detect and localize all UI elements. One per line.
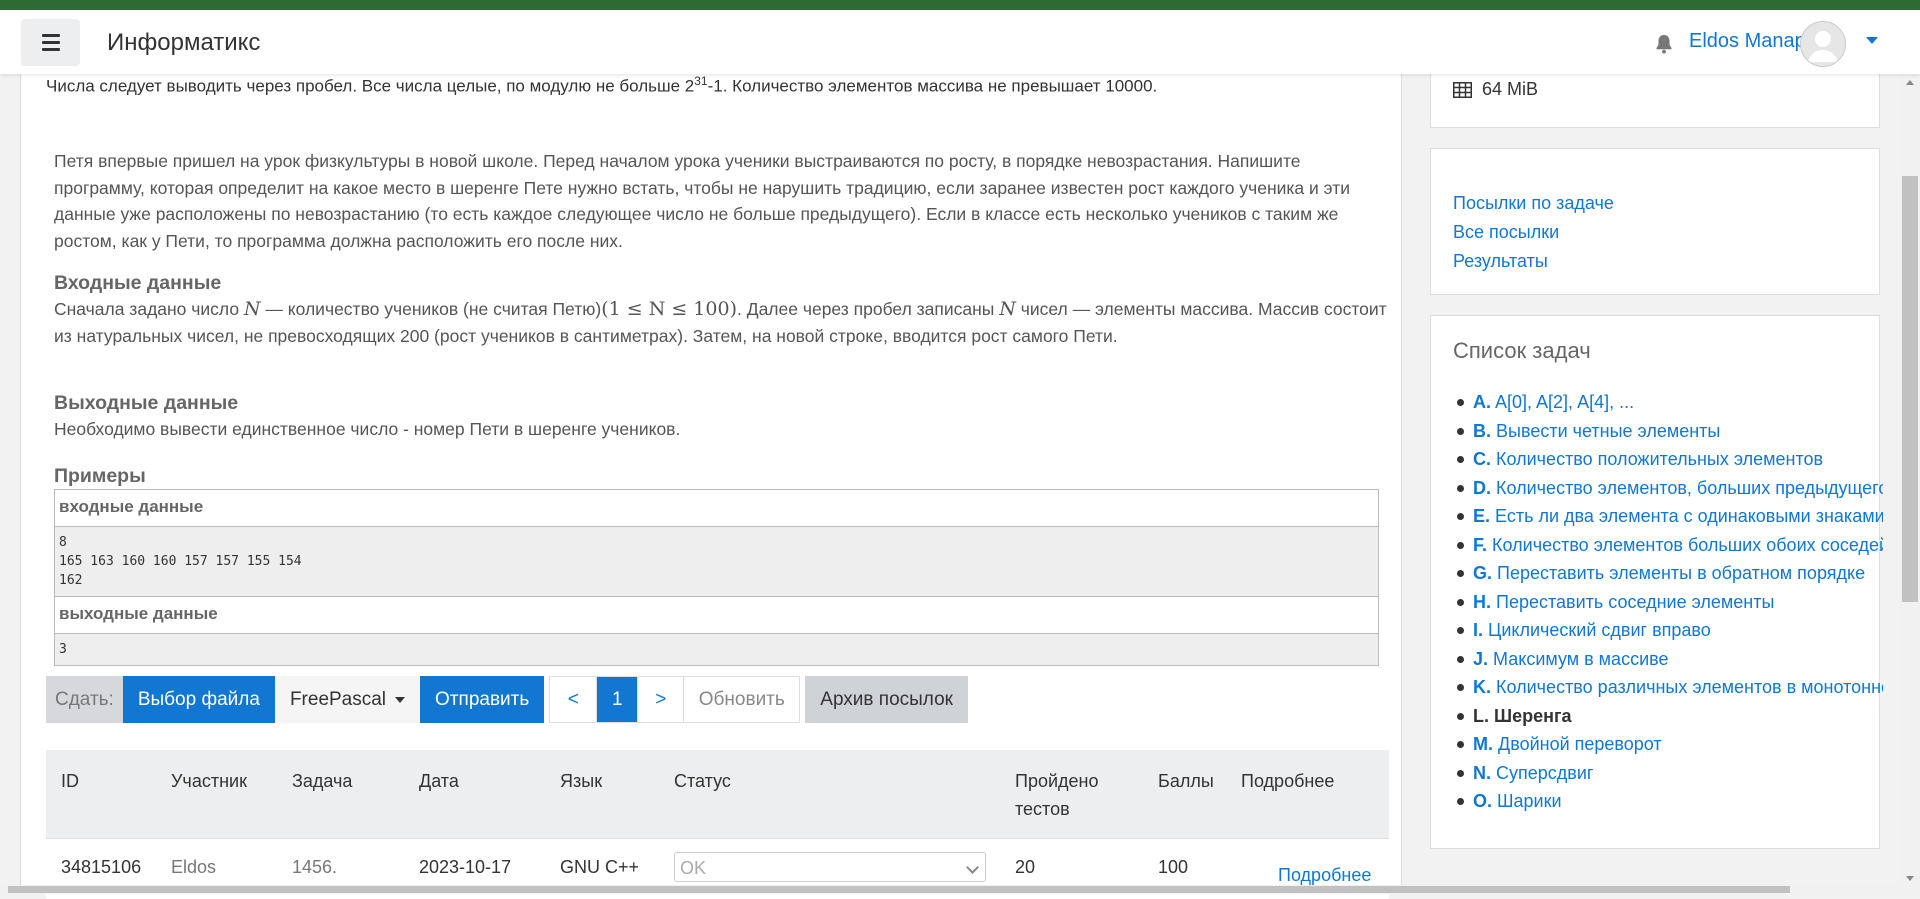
task-item-a[interactable]: A. A[0], A[2], A[4], ...	[1453, 388, 1883, 417]
task-item-n[interactable]: N. Суперсдвиг	[1453, 759, 1883, 788]
col-status: Статус	[674, 771, 731, 791]
submissions-table: ID Участник Задача Дата Язык Статус Прой…	[46, 750, 1389, 899]
row-participant[interactable]: Eldos	[171, 857, 216, 878]
task-item-l-current: L. Шеренга	[1453, 702, 1883, 731]
sample-output-label: выходные данные	[55, 597, 1378, 634]
sample-table: входные данные 8 165 163 160 160 157 157…	[54, 489, 1379, 666]
task-list: A. A[0], A[2], A[4], ... B. Вывести четн…	[1453, 388, 1883, 816]
col-date: Дата	[419, 771, 459, 791]
task-item-i[interactable]: I. Циклический сдвиг вправо	[1453, 616, 1883, 645]
col-score: Баллы	[1158, 771, 1214, 791]
output-section-title: Выходные данные	[54, 392, 239, 414]
task-item-d[interactable]: D. Количество элементов, больших предыду…	[1453, 474, 1883, 503]
task-item-o[interactable]: O. Шарики	[1453, 787, 1883, 816]
dropdown-caret-icon	[395, 696, 406, 703]
col-language: Язык	[560, 771, 603, 791]
row-status-select[interactable]: OK	[674, 852, 986, 882]
row-details-link[interactable]: Подробнее	[1278, 865, 1371, 886]
submit-label: Сдать:	[46, 676, 123, 723]
submissions-archive-button[interactable]: Архив посылок	[805, 676, 968, 723]
link-results[interactable]: Результаты	[1453, 247, 1614, 276]
link-task-submissions[interactable]: Посылки по задаче	[1453, 189, 1614, 218]
send-button[interactable]: Отправить	[420, 676, 545, 723]
row-language: GNU C++	[560, 857, 640, 877]
output-section-text: Необходимо вывести единственное число - …	[54, 419, 681, 439]
sample-input: 8 165 163 160 160 157 157 155 154 162	[55, 527, 1378, 597]
task-item-j[interactable]: J. Максимум в массиве	[1453, 645, 1883, 674]
task-item-c[interactable]: C. Количество положительных элементов	[1453, 445, 1883, 474]
input-section-title: Входные данные	[54, 272, 222, 294]
col-id: ID	[61, 771, 79, 791]
task-list-card: Список задач A. A[0], A[2], A[4], ... B.…	[1430, 315, 1883, 849]
output-format-note: Числа следует выводить через пробел. Все…	[46, 74, 1158, 96]
submission-links: Посылки по задаче Все посылки Результаты	[1453, 189, 1614, 276]
row-score: 100	[1158, 857, 1189, 877]
sample-output: 3	[55, 634, 1378, 665]
user-menu-name[interactable]: Eldos Manap	[1689, 30, 1806, 53]
top-accent-bar	[0, 0, 1920, 10]
col-participant: Участник	[171, 771, 247, 791]
scroll-down-arrow-icon[interactable]	[1906, 876, 1914, 881]
scroll-up-arrow-icon[interactable]	[1906, 80, 1914, 85]
input-section-text: Сначала задано число N — количество учен…	[54, 298, 1387, 346]
language-select[interactable]: FreePascal	[274, 676, 421, 723]
problem-statement: Петя впервые пришел на урок физкультуры …	[54, 151, 1350, 251]
user-silhouette-icon	[1808, 31, 1838, 62]
col-details: Подробнее	[1241, 771, 1335, 791]
table-icon	[1453, 81, 1472, 98]
memory-limit: 64 MiB	[1453, 79, 1538, 100]
page-1-button[interactable]: 1	[597, 677, 639, 722]
task-item-k[interactable]: K. Количество различных элементов в моно…	[1453, 673, 1883, 702]
horizontal-scrollbar-thumb[interactable]	[8, 886, 1790, 893]
sample-input-label: входные данные	[55, 490, 1378, 527]
link-all-submissions[interactable]: Все посылки	[1453, 218, 1614, 247]
choose-file-button[interactable]: Выбор файла	[122, 676, 275, 723]
problem-panel: Числа следует выводить через пробел. Все…	[20, 60, 1402, 899]
language-select-value: FreePascal	[289, 689, 387, 710]
chevron-down-icon	[966, 861, 979, 874]
task-item-g[interactable]: G. Переставить элементы в обратном поряд…	[1453, 559, 1883, 588]
row-task[interactable]: 1456.	[292, 857, 337, 878]
vertical-scrollbar-thumb[interactable]	[1902, 176, 1918, 602]
submission-links-card: Посылки по задаче Все посылки Результаты	[1430, 148, 1880, 295]
prev-page-button[interactable]: <	[550, 677, 598, 722]
examples-title: Примеры	[54, 465, 146, 487]
table-header: ID Участник Задача Дата Язык Статус Прой…	[46, 750, 1389, 838]
memory-limit-value: 64 MiB	[1482, 79, 1539, 99]
avatar[interactable]	[1800, 21, 1846, 67]
site-name[interactable]: Информатикс	[107, 29, 260, 57]
submit-toolbar: Сдать: Выбор файла FreePascal Отправить …	[46, 676, 968, 723]
next-page-button[interactable]: >	[638, 677, 685, 722]
task-item-h[interactable]: H. Переставить соседние элементы	[1453, 588, 1883, 617]
refresh-button[interactable]: Обновить	[684, 677, 800, 722]
user-menu-caret-icon[interactable]	[1866, 37, 1878, 44]
col-task: Задача	[292, 771, 353, 791]
task-item-f[interactable]: F. Количество элементов больших обоих со…	[1453, 531, 1883, 560]
row-id: 34815106	[61, 857, 142, 877]
task-item-b[interactable]: B. Вывести четные элементы	[1453, 417, 1883, 446]
row-date: 2023-10-17	[419, 857, 512, 877]
task-item-e[interactable]: E. Есть ли два элемента с одинаковыми зн…	[1453, 502, 1883, 531]
col-tests-passed: Пройдено тестов	[1015, 771, 1099, 819]
row-status-value: OK	[680, 858, 707, 878]
menu-toggle-button[interactable]	[21, 19, 80, 66]
task-item-m[interactable]: M. Двойной переворот	[1453, 730, 1883, 759]
hamburger-icon	[41, 32, 60, 53]
row-tests-passed: 20	[1015, 857, 1036, 877]
navbar: Информатикс Eldos Manap	[0, 10, 1920, 74]
bell-icon[interactable]	[1655, 34, 1673, 54]
pagination: < 1 > Обновить	[549, 676, 801, 723]
task-list-title: Список задач	[1453, 338, 1591, 363]
